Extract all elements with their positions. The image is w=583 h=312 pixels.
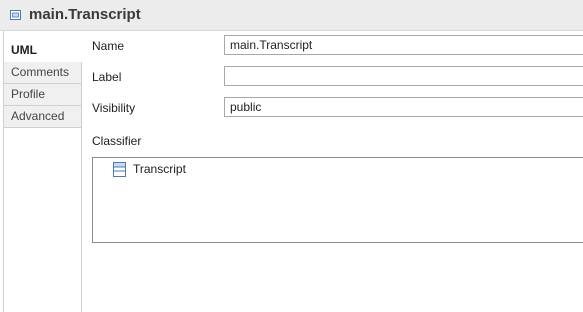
- visibility-label: Visibility: [92, 101, 136, 115]
- tab-profile[interactable]: Profile: [4, 84, 81, 106]
- class-icon: [113, 162, 126, 177]
- tab-comments[interactable]: Comments: [4, 62, 81, 84]
- label-label: Label: [92, 70, 122, 84]
- properties-header: main.Transcript: [0, 0, 583, 31]
- classifier-list[interactable]: Transcript: [92, 157, 583, 243]
- visibility-field[interactable]: public: [224, 97, 583, 117]
- tab-right-border: [81, 62, 82, 312]
- name-label: Name: [92, 39, 125, 53]
- tab-uml[interactable]: UML: [4, 31, 82, 62]
- list-item-label: Transcript: [133, 162, 186, 176]
- name-field[interactable]: main.Transcript: [224, 35, 583, 55]
- page-title: main.Transcript: [29, 6, 141, 23]
- label-field[interactable]: [224, 66, 583, 86]
- tab-left-border: [3, 31, 4, 312]
- tab-advanced[interactable]: Advanced: [4, 106, 81, 128]
- classifier-label: Classifier: [92, 134, 142, 148]
- uml-element-icon: [10, 10, 21, 20]
- properties-view: main.Transcript UML Comments Profile Adv…: [0, 0, 583, 312]
